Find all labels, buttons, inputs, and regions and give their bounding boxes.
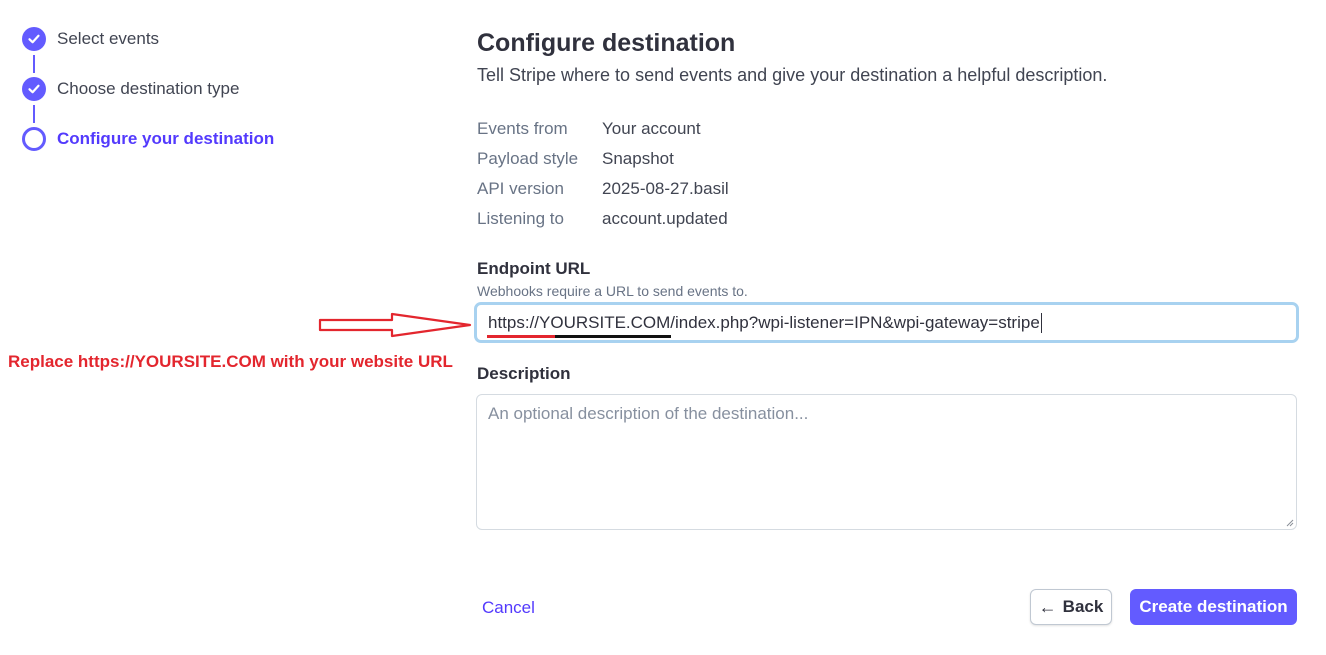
step-configure-destination: Configure your destination: [22, 127, 274, 151]
step-connector: [33, 55, 35, 73]
summary-key: API version: [477, 179, 564, 198]
back-button-label: Back: [1062, 597, 1104, 616]
step-choose-destination-type[interactable]: Choose destination type: [22, 77, 239, 101]
endpoint-url-value: https://YOURSITE.COM/index.php?wpi-liste…: [488, 312, 1040, 332]
create-destination-label: Create destination: [1139, 597, 1288, 616]
endpoint-url-hint: Webhooks require a URL to send events to…: [477, 283, 748, 299]
summary-key: Listening to: [477, 209, 564, 228]
create-destination-button[interactable]: Create destination: [1130, 589, 1297, 625]
summary-value: 2025-08-27.basil: [602, 179, 729, 198]
step-connector: [33, 105, 35, 123]
endpoint-url-label: Endpoint URL: [477, 259, 591, 278]
resize-handle-icon[interactable]: [1286, 519, 1294, 527]
summary-row: Events from Your account: [477, 114, 729, 144]
summary-key: Payload style: [477, 149, 579, 168]
summary-value: Snapshot: [602, 149, 674, 168]
check-icon: [22, 77, 46, 101]
summary-key: Events from: [477, 119, 568, 138]
description-label: Description: [477, 364, 571, 383]
annotation-instruction: Replace https://YOURSITE.COM with your w…: [8, 352, 453, 371]
summary-row: API version 2025-08-27.basil: [477, 174, 729, 204]
step-label: Configure your destination: [57, 129, 275, 148]
annotation-arrow-icon: [318, 312, 472, 338]
summary-row: Listening to account.updated: [477, 204, 729, 234]
current-step-ring-icon: [22, 127, 46, 151]
check-icon: [22, 27, 46, 51]
step-select-events[interactable]: Select events: [22, 27, 159, 51]
annotation-underline-black: [555, 335, 671, 338]
description-textarea[interactable]: An optional description of the destinati…: [476, 394, 1297, 530]
back-button[interactable]: ← Back: [1030, 589, 1112, 625]
page-title: Configure destination: [477, 29, 736, 57]
destination-summary: Events from Your account Payload style S…: [477, 114, 729, 234]
cancel-link[interactable]: Cancel: [482, 598, 535, 618]
step-label: Choose destination type: [57, 79, 240, 98]
description-placeholder: An optional description of the destinati…: [488, 404, 809, 423]
page-subtitle: Tell Stripe where to send events and giv…: [477, 65, 1108, 85]
summary-value: Your account: [602, 119, 701, 138]
webhook-destination-page: Select events Choose destination type Co…: [0, 0, 1326, 655]
annotation-underline-red: [487, 335, 555, 338]
summary-row: Payload style Snapshot: [477, 144, 729, 174]
step-label: Select events: [57, 29, 160, 48]
arrow-left-icon: ←: [1038, 596, 1057, 617]
text-caret: [1040, 312, 1042, 333]
summary-value: account.updated: [602, 209, 728, 228]
